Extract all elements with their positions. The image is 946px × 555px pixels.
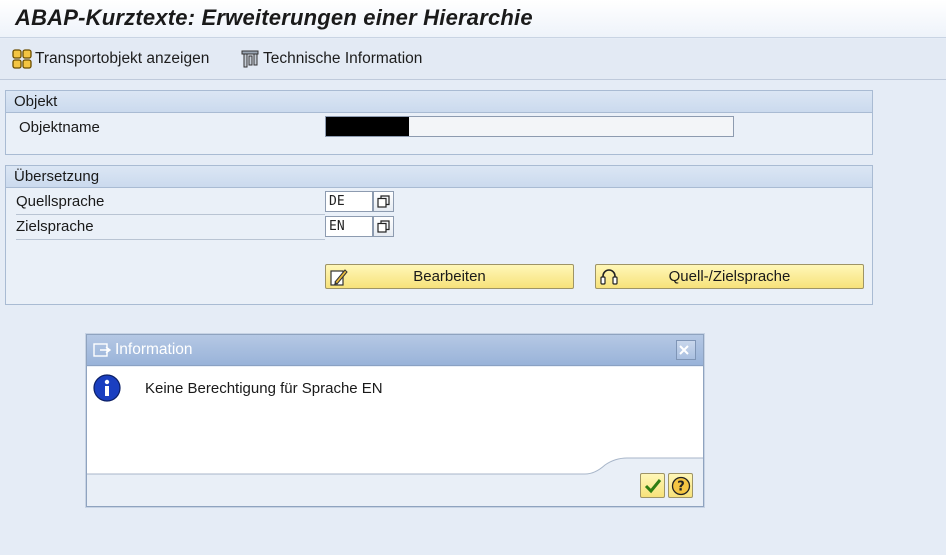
technical-info-icon <box>241 50 259 68</box>
dialog-message: Keine Berechtigung für Sprache EN <box>145 380 383 397</box>
title-bar: ABAP-Kurztexte: Erweiterungen einer Hier… <box>0 0 946 38</box>
objektname-label: Objektname <box>19 119 100 136</box>
help-icon: ? <box>671 476 690 495</box>
quell-zielsprache-button[interactable]: Quell-/Zielsprache <box>595 264 864 289</box>
dialog-close-button[interactable] <box>676 340 696 360</box>
headset-icon <box>600 269 618 285</box>
technical-info-button[interactable]: Technische Information <box>240 48 422 70</box>
transport-object-label: Transportobjekt anzeigen <box>35 50 210 67</box>
dialog-title: Information <box>115 341 193 358</box>
transport-object-icon <box>12 49 32 69</box>
zielsprache-valuehelp-button[interactable] <box>373 216 394 237</box>
quellsprache-valuehelp-button[interactable] <box>373 191 394 212</box>
checkmark-icon <box>644 478 661 493</box>
quellsprache-label: Quellsprache <box>16 193 325 215</box>
close-icon <box>679 345 689 355</box>
redacted-value <box>326 117 409 136</box>
bearbeiten-label: Bearbeiten <box>413 268 486 285</box>
technical-info-label: Technische Information <box>263 50 423 67</box>
uebersetzung-group: Übersetzung Quellsprache DE Zielsprache … <box>5 165 873 305</box>
quell-zielsprache-label: Quell-/Zielsprache <box>668 268 791 285</box>
objektname-field[interactable] <box>325 116 734 137</box>
application-toolbar: Transportobjekt anzeigen Technische Info… <box>0 39 946 80</box>
dialog-confirm-button[interactable] <box>640 473 665 498</box>
dialog-window-icon <box>93 343 111 357</box>
information-dialog: Information Keine Berechtigung für Sprac… <box>86 334 704 507</box>
page-title: ABAP-Kurztexte: Erweiterungen einer Hier… <box>15 5 533 30</box>
zielsprache-label: Zielsprache <box>16 218 325 240</box>
uebersetzung-group-header: Übersetzung <box>6 166 872 188</box>
dialog-help-button[interactable]: ? <box>668 473 693 498</box>
copy-icon <box>377 195 390 208</box>
transport-object-button[interactable]: Transportobjekt anzeigen <box>12 48 209 70</box>
zielsprache-field[interactable]: EN <box>325 216 373 237</box>
copy-icon <box>377 220 390 233</box>
bearbeiten-button[interactable]: Bearbeiten <box>325 264 574 289</box>
edit-icon <box>330 269 348 286</box>
objekt-group: Objekt Objektname <box>5 90 873 155</box>
info-icon <box>93 374 121 402</box>
dialog-titlebar: Information <box>87 335 703 366</box>
quellsprache-field[interactable]: DE <box>325 191 373 212</box>
objekt-group-header: Objekt <box>6 91 872 113</box>
svg-text:?: ? <box>677 479 685 494</box>
